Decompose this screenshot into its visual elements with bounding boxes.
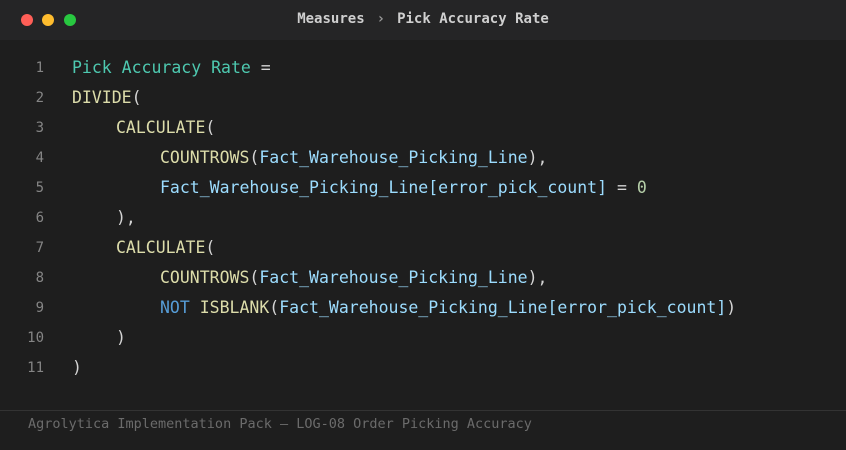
code-token-punc: ) xyxy=(726,298,737,317)
code-text: DIVIDE( xyxy=(72,83,142,113)
line-number: 2 xyxy=(35,90,44,106)
code-token-fn: CALCULATE xyxy=(116,118,206,137)
code-token-punc: ( xyxy=(249,268,260,287)
line-number: 3 xyxy=(35,120,44,136)
line-number: 7 xyxy=(35,240,44,256)
code-line[interactable]: 6), xyxy=(0,203,846,233)
code-token-punc xyxy=(190,298,200,317)
line-number: 5 xyxy=(35,180,44,196)
breadcrumb-section[interactable]: Measures xyxy=(297,11,364,27)
code-editor[interactable]: 1 Pick Accuracy Rate = 2 DIVIDE(3 CALCULATE(… xyxy=(0,53,846,383)
chevron-right-icon: › xyxy=(376,11,386,27)
footer: Agrolytica Implementation Pack — LOG-08 … xyxy=(0,410,846,450)
code-line[interactable]: 5 Fact_Warehouse_Picking_Line[error_pick_… xyxy=(0,173,846,203)
code-token-fn: ISBLANK xyxy=(199,298,270,317)
code-text: COUNTROWS(Fact_Warehouse_Picking_Line), xyxy=(72,143,547,173)
code-line[interactable]: 2 DIVIDE( xyxy=(0,83,846,113)
code-line[interactable]: 3 CALCULATE( xyxy=(0,113,846,143)
line-number: 8 xyxy=(35,270,44,286)
line-number: 9 xyxy=(35,300,44,316)
code-text: NOT ISBLANK(Fact_Warehouse_Picking_Line[… xyxy=(72,293,736,323)
code-token-punc: ( xyxy=(205,118,216,137)
code-token-measure: Pick Accuracy Rate xyxy=(72,58,251,77)
code-token-fn: CALCULATE xyxy=(116,238,206,257)
code-token-punc: ( xyxy=(269,298,280,317)
code-line[interactable]: 1 Pick Accuracy Rate = xyxy=(0,53,846,83)
line-number: 1 xyxy=(35,60,44,76)
code-token-num: 0 xyxy=(636,178,647,197)
code-text: COUNTROWS(Fact_Warehouse_Picking_Line), xyxy=(72,263,547,293)
code-text: ) xyxy=(72,353,82,383)
breadcrumb: Measures › Pick Accuracy Rate xyxy=(0,0,846,40)
code-token-table: Fact_Warehouse_Picking_Line[error_pick_c… xyxy=(160,178,608,197)
code-token-table: Fact_Warehouse_Picking_Line xyxy=(259,148,528,167)
code-window: Measures › Pick Accuracy Rate 1 Pick Accura… xyxy=(0,0,846,450)
code-text: Pick Accuracy Rate = xyxy=(72,53,271,83)
code-line[interactable]: 9 NOT ISBLANK(Fact_Warehouse_Picking_Line… xyxy=(0,293,846,323)
code-text: ), xyxy=(72,203,136,233)
breadcrumb-current: Pick Accuracy Rate xyxy=(397,11,549,27)
code-token-punc: ) xyxy=(72,358,82,377)
code-token-table: Fact_Warehouse_Picking_Line[error_pick_c… xyxy=(279,298,727,317)
line-number: 4 xyxy=(35,150,44,166)
line-number: 11 xyxy=(27,360,44,376)
code-token-punc: ( xyxy=(249,148,260,167)
line-number: 6 xyxy=(35,210,44,226)
footer-caption: Agrolytica Implementation Pack — LOG-08 … xyxy=(28,416,532,432)
code-line[interactable]: 8 COUNTROWS(Fact_Warehouse_Picking_Line), xyxy=(0,263,846,293)
line-number: 10 xyxy=(27,330,44,346)
code-line[interactable]: 11) xyxy=(0,353,846,383)
code-token-punc: ), xyxy=(527,268,548,287)
code-text: Fact_Warehouse_Picking_Line[error_pick_c… xyxy=(72,173,647,203)
code-token-fn: COUNTROWS xyxy=(160,268,250,287)
code-line[interactable]: 10) xyxy=(0,323,846,353)
code-token-kw: NOT xyxy=(160,298,190,317)
code-token-punc: ), xyxy=(116,208,136,227)
code-line[interactable]: 7 CALCULATE( xyxy=(0,233,846,263)
code-token-fn: DIVIDE xyxy=(72,88,132,107)
code-text: CALCULATE( xyxy=(72,233,215,263)
title-bar: Measures › Pick Accuracy Rate xyxy=(0,0,846,40)
code-token-fn: COUNTROWS xyxy=(160,148,250,167)
code-token-punc: ), xyxy=(527,148,548,167)
code-token-punc: = xyxy=(250,58,271,77)
code-token-punc: ( xyxy=(131,88,142,107)
code-token-punc: ( xyxy=(205,238,216,257)
code-line[interactable]: 4 COUNTROWS(Fact_Warehouse_Picking_Line), xyxy=(0,143,846,173)
code-text: ) xyxy=(72,323,126,353)
code-token-punc: ) xyxy=(116,328,126,347)
code-token-punc: = xyxy=(607,178,637,197)
code-text: CALCULATE( xyxy=(72,113,215,143)
code-token-table: Fact_Warehouse_Picking_Line xyxy=(259,268,528,287)
